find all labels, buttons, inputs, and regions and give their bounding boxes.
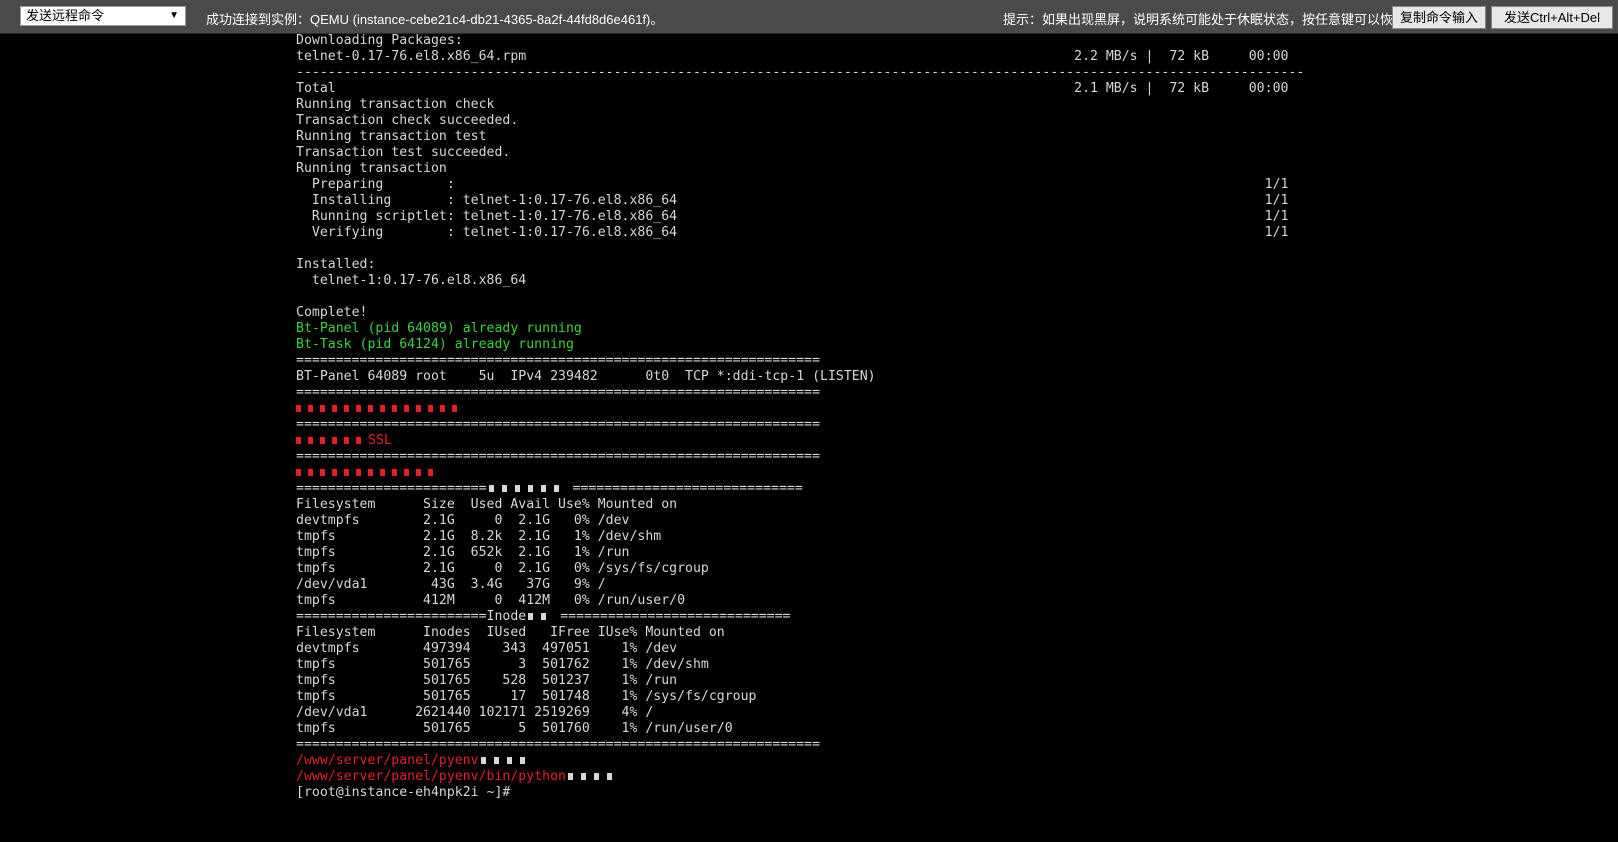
terminal-line-disk-separator: ======================== ===============…	[296, 481, 1618, 497]
terminal-line: Verifying : telnet-1:0.17-76.el8.x86_64 …	[296, 225, 1289, 240]
connection-status: 成功连接到实例：QEMU (instance-cebe21c4-db21-436…	[206, 12, 664, 27]
terminal-line: devtmpfs 497394 343 497051 1% /dev	[296, 641, 678, 656]
terminal-line: BT-Panel 64089 root 5u IPv4 239482 0t0 T…	[296, 369, 876, 384]
terminal-line: ========================================…	[296, 417, 821, 432]
terminal-line: Running transaction test	[296, 129, 487, 144]
python-path: /www/server/panel/pyenv/bin/python	[296, 769, 566, 784]
terminal-line: tmpfs 501765 528 501237 1% /run	[296, 673, 678, 688]
terminal-line: Total 2.1 MB/s | 72 kB 00:00	[296, 81, 1289, 96]
terminal-line: Running scriptlet: telnet-1:0.17-76.el8.…	[296, 209, 1289, 224]
terminal-line: tmpfs 412M 0 412M 0% /run/user/0	[296, 593, 686, 608]
terminal-line: tmpfs 2.1G 652k 2.1G 1% /run	[296, 545, 630, 560]
terminal-line-garbled-red	[296, 465, 1618, 481]
terminal-line: Bt-Task (pid 64124) already running	[296, 337, 574, 352]
shell-prompt[interactable]: [root@instance-eh4npk2i ~]#	[296, 785, 1618, 801]
terminal-line: ========================================…	[296, 353, 821, 368]
terminal-line-python: /www/server/panel/pyenv/bin/python	[296, 769, 1618, 785]
terminal-line: Bt-Panel (pid 64089) already running	[296, 321, 582, 336]
terminal-line: Filesystem Inodes IUsed IFree IUse% Moun…	[296, 625, 725, 640]
terminal-line: devtmpfs 2.1G 0 2.1G 0% /dev	[296, 513, 630, 528]
terminal-line: Filesystem Size Used Avail Use% Mounted …	[296, 497, 678, 512]
terminal-line: /dev/vda1 2621440 102171 2519269 4% /	[296, 705, 654, 720]
terminal-line: tmpfs 501765 17 501748 1% /sys/fs/cgroup	[296, 689, 757, 704]
remote-command-select[interactable]: 发送远程命令 ▼	[20, 6, 186, 26]
terminal-line: tmpfs 501765 3 501762 1% /dev/shm	[296, 657, 709, 672]
terminal-line: tmpfs 2.1G 8.2k 2.1G 1% /dev/shm	[296, 529, 662, 544]
copy-command-input-button[interactable]: 复制命令输入	[1392, 6, 1486, 29]
chevron-down-icon: ▼	[169, 10, 179, 21]
terminal-line: ========================================…	[296, 737, 821, 752]
separator-left: ========================	[296, 481, 487, 496]
terminal-line: ----------------------------------------…	[296, 65, 1305, 80]
terminal-line: Transaction check succeeded.	[296, 113, 519, 128]
terminal-line: telnet-1:0.17-76.el8.x86_64	[296, 273, 527, 288]
terminal-line: Installing : telnet-1:0.17-76.el8.x86_64…	[296, 193, 1289, 208]
remote-command-select-value: 发送远程命令	[26, 8, 105, 23]
terminal-line-garbled-red	[296, 401, 1618, 417]
terminal-line: Running transaction	[296, 161, 447, 176]
hint-text: 提示：如果出现黑屏，说明系统可能处于休眠状态，按任意键可以恢复。	[1003, 12, 1420, 27]
terminal-line: Complete!	[296, 305, 368, 320]
terminal-line-ssl: SSL	[296, 433, 1618, 449]
terminal-line: telnet-0.17-76.el8.x86_64.rpm 2.2 MB/s |…	[296, 49, 1289, 64]
terminal-line: ========================================…	[296, 449, 821, 464]
toolbar: 发送远程命令 ▼ 成功连接到实例：QEMU (instance-cebe21c4…	[0, 0, 1618, 34]
terminal-line: Running transaction check	[296, 97, 495, 112]
terminal-line: Preparing : 1/1	[296, 177, 1289, 192]
terminal-line: Downloading Packages:	[296, 33, 463, 48]
terminal-screen[interactable]: Downloading Packages: telnet-0.17-76.el8…	[296, 33, 1618, 842]
terminal-line: tmpfs 2.1G 0 2.1G 0% /sys/fs/cgroup	[296, 561, 709, 576]
separator-right: =============================	[560, 609, 791, 624]
terminal-line-pyenv: /www/server/panel/pyenv	[296, 753, 1618, 769]
pyenv-path: /www/server/panel/pyenv	[296, 753, 479, 768]
terminal-line: /dev/vda1 43G 3.4G 37G 9% /	[296, 577, 606, 592]
terminal-line: Installed:	[296, 257, 376, 272]
separator-left: ========================Inode	[296, 609, 527, 624]
terminal-line: ========================================…	[296, 385, 821, 400]
separator-right: =============================	[572, 481, 803, 496]
terminal-line: Transaction test succeeded.	[296, 145, 511, 160]
send-ctrl-alt-del-button[interactable]: 发送Ctrl+Alt+Del	[1491, 6, 1613, 29]
terminal-line: tmpfs 501765 5 501760 1% /run/user/0	[296, 721, 733, 736]
terminal-line-inode-separator: ========================Inode ==========…	[296, 609, 1618, 625]
ssl-label: SSL	[368, 433, 392, 448]
